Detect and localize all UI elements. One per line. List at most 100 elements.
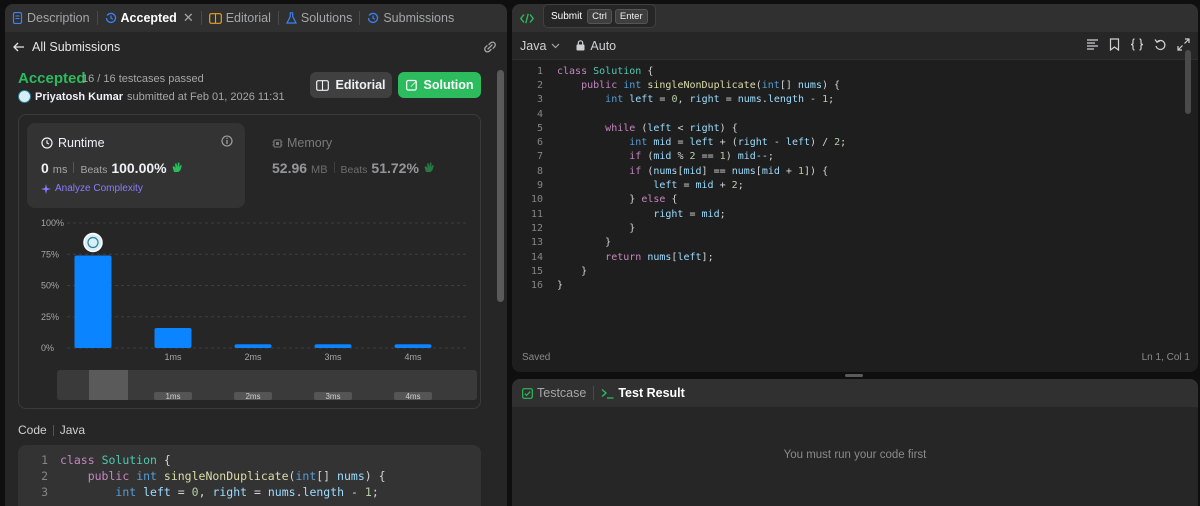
code-editor[interactable]: 1 class Solution {2 public int singleNonD… [512,64,1198,293]
memory-value: 52.96 [272,160,308,176]
memory-unit: MB [311,164,328,176]
memory-beats-label: Beats [340,164,368,176]
panel-resize-handle[interactable] [845,374,863,377]
tab-accepted[interactable]: Accepted ✕ [98,4,201,32]
clap-icon [171,161,183,173]
code-line[interactable]: 4 [512,107,1198,121]
chart-bar[interactable] [394,344,432,348]
runtime-box[interactable]: Runtime 0 ms Beats 100.00% Analyze Compl… [27,123,245,208]
tooltip-label: Submit [551,10,583,22]
editorial-button[interactable]: Editorial [310,72,392,98]
close-icon[interactable]: ✕ [183,10,194,26]
editor-toolbar: Java Auto [512,32,1198,60]
code-line[interactable]: 13 } [512,236,1198,250]
undo-icon[interactable] [1154,38,1167,51]
test-result-panel: Testcase Test Result You must run your c… [512,379,1198,506]
code-text: } [605,237,612,249]
divider [52,424,54,436]
code-line[interactable]: 1 class Solution { [512,64,1198,78]
avatar[interactable] [18,90,31,103]
overview-label: 2ms [245,392,260,401]
runtime-distribution-chart[interactable]: 100% 75% 50% 25% 0% 1ms 2ms 3ms 4ms 1ms 2ms 3ms 4ms [19,210,480,408]
submitted-code-preview[interactable]: 1 class Solution {2 public int singleNonD… [18,445,481,506]
terminal-icon [601,388,614,399]
shortcut-key: Enter [614,8,648,24]
memory-tab[interactable]: Memory [272,136,332,150]
analyze-complexity-link[interactable]: Analyze Complexity [41,183,143,194]
code-heading: Code Java [18,423,85,437]
tab-label: Accepted [120,11,177,25]
editor-scrollbar[interactable] [1185,50,1191,114]
format-icon[interactable] [1086,38,1099,51]
scrollbar-thumb[interactable] [497,70,504,302]
tab-label: Solutions [300,11,353,25]
book-icon [208,12,222,24]
braces-icon[interactable] [1130,38,1144,51]
tab-label: Description [27,11,90,25]
code-text: } [581,265,588,277]
tab-label: Submissions [383,11,455,25]
code-text: if (nums[mid] == nums[mid + 1]) { [629,165,829,177]
language-select[interactable]: Java [520,39,560,53]
code-line: 1 class Solution { [18,453,481,469]
code-text: } [629,222,636,234]
line-number: 11 [530,208,543,220]
chart-bar[interactable] [154,328,192,348]
link-icon[interactable] [483,41,497,53]
code-line[interactable]: 3 int left = 0, right = nums.length - 1; [512,93,1198,107]
tab-editorial[interactable]: Editorial [202,4,278,32]
line-number: 2 [41,469,48,483]
chart-bar[interactable] [74,255,112,349]
clock-icon [41,137,53,149]
auto-mode-toggle[interactable]: Auto [576,39,616,53]
bookmark-icon[interactable] [1109,38,1120,51]
code-line[interactable]: 6 int mid = left + (right - left) / 2; [512,135,1198,149]
code-line[interactable]: 12 } [512,221,1198,235]
info-icon[interactable] [221,135,233,147]
code-line[interactable]: 10 } else { [512,193,1198,207]
code-editor-panel: Java Auto 1 class Solution {2 public in… [512,4,1198,372]
submission-panel: Description Accepted ✕ Editorial Solutio… [5,4,507,506]
code-line[interactable]: 15 } [512,264,1198,278]
tab-test-result[interactable]: Test Result [594,379,691,407]
book-icon [316,79,330,91]
line-number: 12 [530,222,543,234]
flask-icon [285,12,297,24]
chart-bar[interactable] [314,344,352,348]
code-line[interactable]: 16} [512,278,1198,292]
lock-icon [576,40,585,51]
code-line[interactable]: 5 while (left < right) { [512,121,1198,135]
shortcut-key: Ctrl [587,8,612,24]
solution-button[interactable]: Solution [398,72,481,98]
code-language: Java [59,423,86,437]
tab-solutions[interactable]: Solutions [279,4,359,32]
submitter-name[interactable]: Priyatosh Kumar [35,91,123,103]
tab-description[interactable]: Description [5,4,97,32]
code-line[interactable]: 9 left = mid + 2; [512,178,1198,192]
x-tick-label: 4ms [404,352,422,362]
code-line[interactable]: 11 right = mid; [512,207,1198,221]
solution-button-label: Solution [423,78,474,92]
arrow-left-icon [13,42,25,52]
memory-label-text: Memory [287,136,333,150]
line-number: 9 [536,180,543,192]
save-status: Saved [522,352,551,363]
chart-bar[interactable] [234,344,272,348]
tab-submissions[interactable]: Submissions [360,4,461,32]
x-tick-label: 2ms [244,352,262,362]
runtime-beats-value: 100.00% [111,160,167,176]
code-line[interactable]: 8 if (nums[mid] == nums[mid + 1]) { [512,164,1198,178]
line-number: 5 [536,122,543,134]
back-to-submissions[interactable]: All Submissions [5,32,507,62]
line-number: 6 [536,137,543,149]
line-number: 7 [536,151,543,163]
line-number: 1 [536,65,543,77]
runtime-unit: ms [52,164,68,176]
code-line[interactable]: 7 if (mid % 2 == 1) mid--; [512,150,1198,164]
chip-icon [272,138,283,149]
code-line[interactable]: 2 public int singleNonDuplicate(int[] nu… [512,78,1198,92]
code-line[interactable]: 14 return nums[left]; [512,250,1198,264]
left-scrollbar[interactable] [497,70,504,506]
performance-card: Runtime 0 ms Beats 100.00% Analyze Compl… [18,114,481,409]
tab-testcase[interactable]: Testcase [522,379,593,407]
